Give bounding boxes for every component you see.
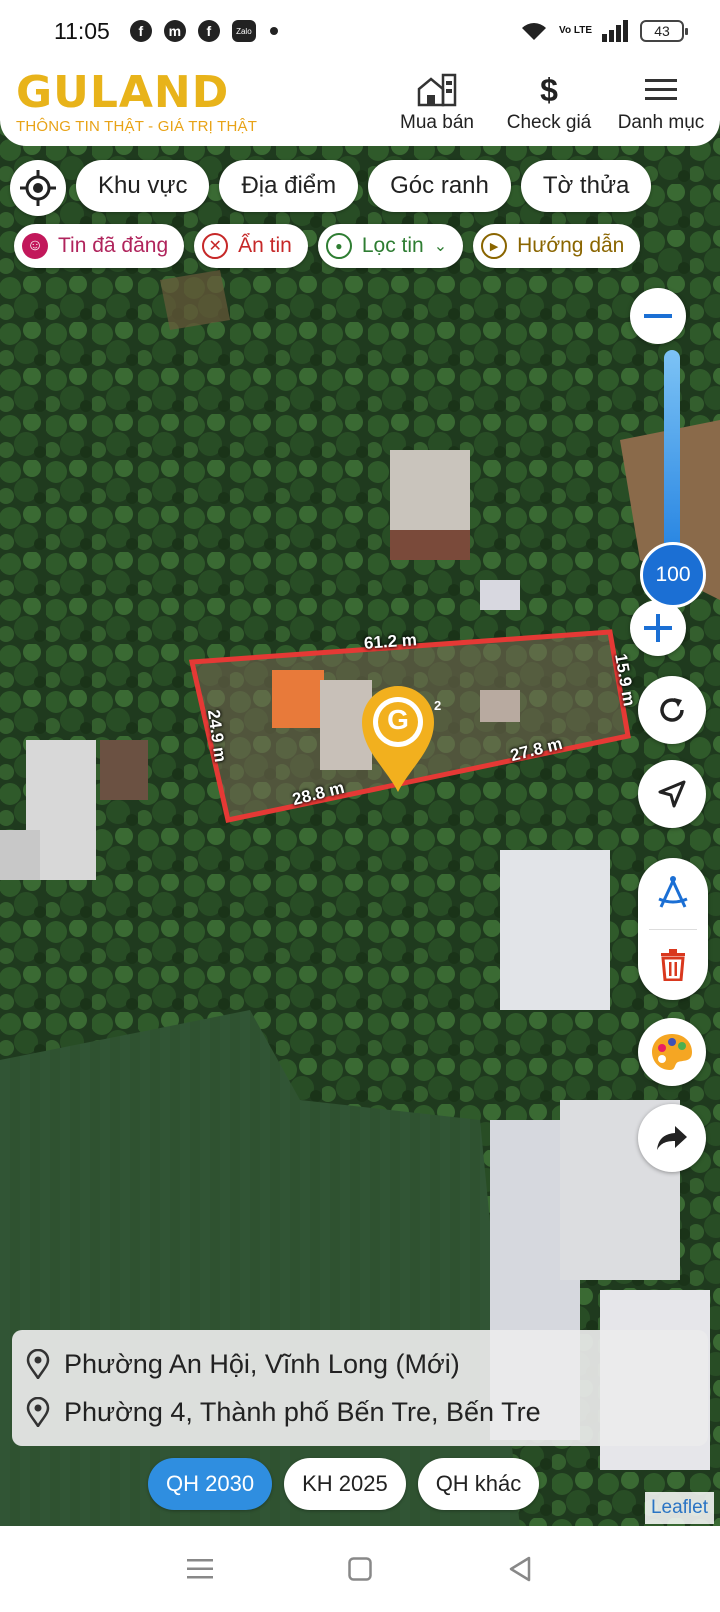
recent-apps-button[interactable] [170, 1544, 230, 1594]
satellite-map[interactable]: 61.2 m 15.9 m 27.8 m 28.8 m 24.9 m G 2 [0, 120, 720, 1528]
map-imagery [0, 120, 720, 1528]
chip-tin-da-dang[interactable]: ☺ Tin đã đăng [14, 224, 185, 268]
system-nav-bar [0, 1526, 720, 1612]
logo-slogan: THÔNG TIN THẬT - GIÁ TRỊ THẬT [16, 118, 258, 135]
guide-play-icon: ▶ [481, 233, 508, 259]
recent-apps-icon [187, 1559, 213, 1579]
chip-an-tin[interactable]: ✕ Ẩn tin [194, 224, 308, 268]
zoom-out-button[interactable] [630, 288, 686, 344]
secondary-filters: ☺ Tin đã đăng ✕ Ẩn tin ● Lọc tin ⌄ ▶ Hướ… [14, 224, 641, 268]
nav-label: Danh mục [617, 112, 705, 133]
nav-mua-ban[interactable]: Mua bán [392, 72, 482, 134]
filter-goc-ranh[interactable]: Góc ranh [368, 160, 511, 212]
chip-label: Hướng dẫn [517, 234, 625, 257]
filter-khu-vuc[interactable]: Khu vực [76, 160, 210, 212]
header-nav: Mua bán $ Check giá Danh mục [392, 72, 706, 134]
minus-icon [644, 314, 672, 318]
measure-button[interactable] [638, 858, 708, 929]
zalo-icon: Zalo [231, 20, 256, 42]
tab-qh-khac[interactable]: QH khác [417, 1458, 540, 1510]
plus-icon [644, 614, 672, 642]
filter-dia-diem[interactable]: Địa điểm [219, 160, 359, 212]
layer-style-button[interactable] [638, 1018, 706, 1086]
chip-label: Tin đã đăng [58, 234, 169, 257]
delete-button[interactable] [638, 930, 708, 1001]
messenger-icon: m [163, 20, 186, 42]
address-new[interactable]: Phường An Hội, Vĩnh Long (Mới) [26, 1340, 694, 1388]
tab-qh-2030[interactable]: QH 2030 [148, 1458, 273, 1510]
measure-tools [638, 858, 708, 1000]
edge-label: 61.2 m [363, 630, 418, 653]
volte-indicator: Vo LTE [559, 25, 592, 36]
location-pin-icon [26, 1349, 50, 1379]
filter-pin-icon: ● [325, 233, 352, 259]
marker-suffix: 2 [434, 698, 442, 713]
trash-icon [661, 948, 685, 981]
refresh-icon [660, 698, 684, 722]
crosshair-icon [20, 170, 56, 206]
share-arrow-icon [657, 1126, 687, 1150]
app-header: GULAND THÔNG TIN THẬT - GIÁ TRỊ THẬT Mua… [0, 62, 720, 146]
location-pin-icon [362, 686, 434, 792]
dollar-icon: $ [540, 71, 558, 108]
zoom-slider-track[interactable] [664, 350, 680, 570]
notification-dot [269, 27, 278, 35]
share-button[interactable] [638, 1104, 706, 1172]
palette-icon [652, 1034, 692, 1070]
back-button[interactable] [490, 1544, 550, 1594]
status-bar: 11:05 f m f Zalo Vo LTE 43 [0, 0, 720, 62]
location-pin-icon [26, 1397, 50, 1427]
locate-me-button[interactable] [10, 160, 66, 216]
address-text: Phường 4, Thành phố Bến Tre, Bến Tre [64, 1396, 541, 1427]
buildings-icon [417, 72, 457, 108]
hide-icon: ✕ [202, 233, 229, 259]
chip-loc-tin[interactable]: ● Lọc tin ⌄ [317, 224, 464, 268]
marker-letter: G [387, 704, 409, 735]
nav-label: Mua bán [400, 112, 474, 133]
navigate-button[interactable] [638, 760, 706, 828]
zoom-in-button[interactable] [630, 600, 686, 656]
status-time: 11:05 [54, 17, 110, 44]
nav-check-gia[interactable]: $ Check giá [504, 72, 594, 134]
chip-huong-dan[interactable]: ▶ Hướng dẫn [473, 224, 641, 268]
logo-text: GULAND [16, 67, 230, 118]
primary-filters: Khu vực Địa điểm Góc ranh Tờ thửa [10, 160, 652, 216]
menu-icon [645, 72, 677, 108]
tab-kh-2025[interactable]: KH 2025 [284, 1458, 406, 1510]
battery-indicator: 43 [640, 20, 688, 42]
home-square-icon [348, 1557, 372, 1581]
wifi-icon [522, 23, 547, 40]
nav-danh-muc[interactable]: Danh mục [616, 72, 706, 134]
back-triangle-icon [509, 1556, 531, 1582]
parcel-marker[interactable]: G 2 [360, 684, 441, 794]
zoom-slider-handle[interactable]: 100 [640, 542, 706, 608]
user-posts-icon: ☺ [22, 233, 48, 259]
address-old[interactable]: Phường 4, Thành phố Bến Tre, Bến Tre [26, 1388, 694, 1436]
facebook-icon: f [197, 20, 220, 42]
leaflet-attribution[interactable]: Leaflet [644, 1492, 714, 1524]
brand-logo[interactable]: GULAND THÔNG TIN THẬT - GIÁ TRỊ THẬT [16, 67, 258, 136]
rotate-button[interactable] [638, 676, 706, 744]
chevron-down-icon: ⌄ [433, 238, 448, 255]
nav-label: Check giá [506, 112, 592, 133]
address-text: Phường An Hội, Vĩnh Long (Mới) [64, 1348, 460, 1379]
planning-tabs: QH 2030 KH 2025 QH khác [148, 1458, 540, 1510]
compass-icon [658, 876, 688, 908]
facebook-icon: f [129, 20, 152, 42]
chip-label: Lọc tin [361, 234, 424, 257]
home-button[interactable] [330, 1544, 390, 1594]
chip-label: Ẩn tin [238, 234, 292, 257]
navigation-arrow-icon [658, 780, 686, 808]
filter-to-thua[interactable]: Tờ thửa [520, 160, 652, 212]
signal-icon [602, 20, 628, 42]
address-panel: Phường An Hội, Vĩnh Long (Mới) Phường 4,… [12, 1330, 708, 1446]
